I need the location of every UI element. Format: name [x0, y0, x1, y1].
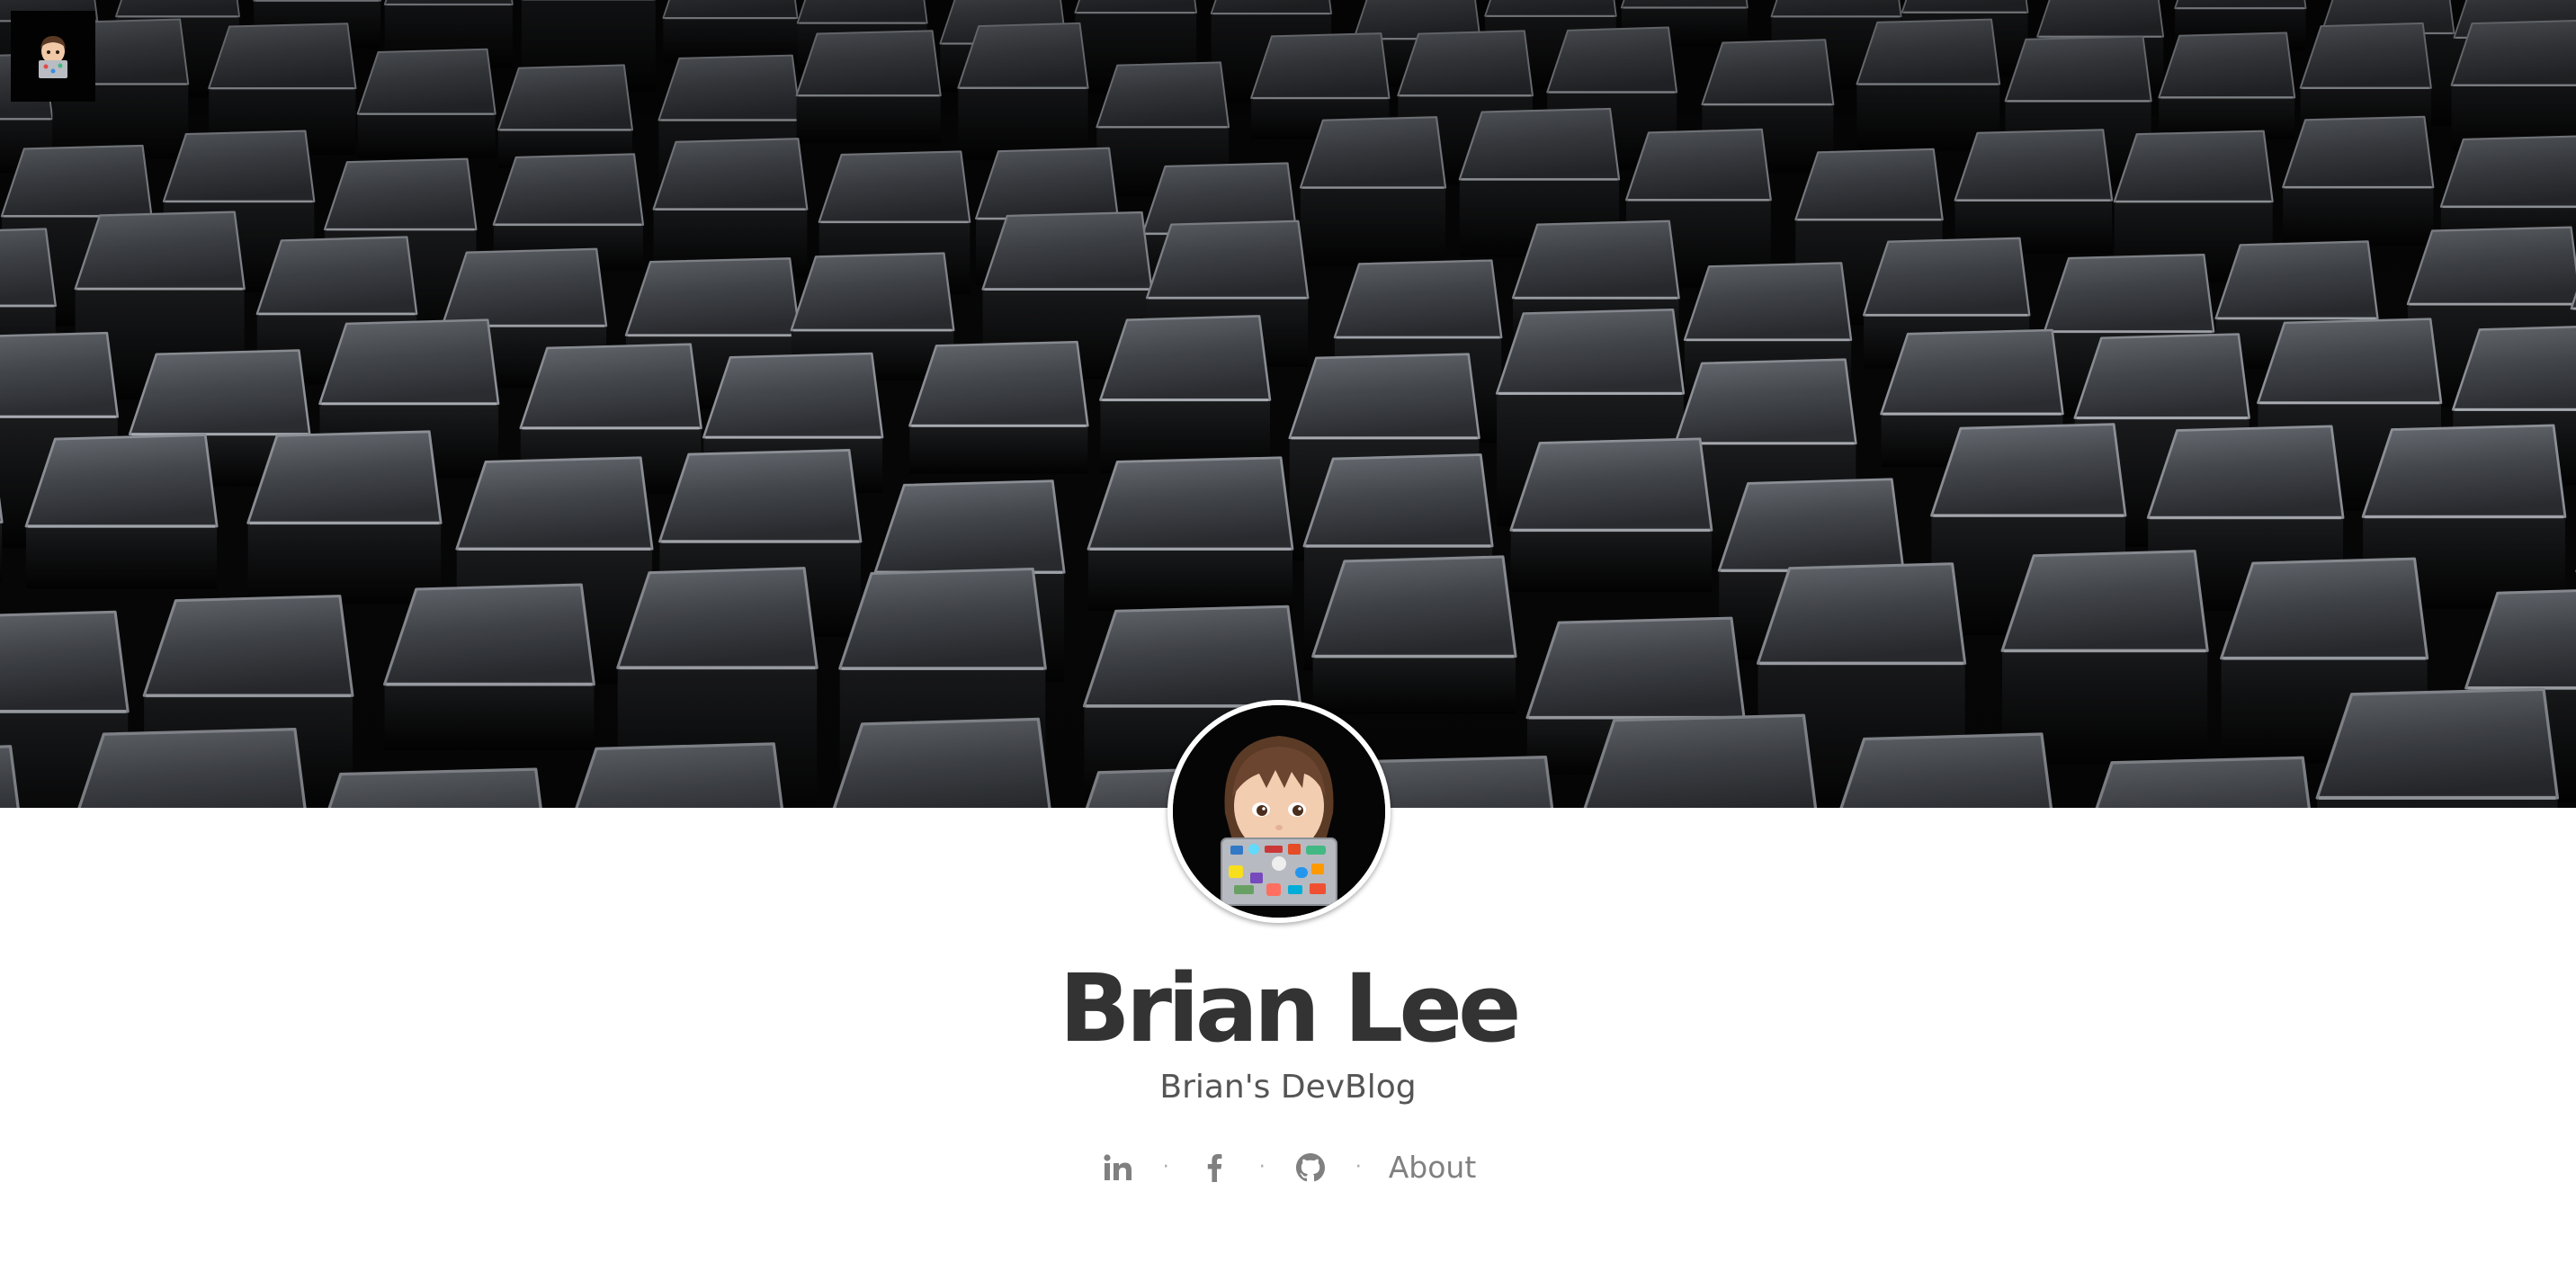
github-link[interactable] [1292, 1150, 1328, 1186]
separator-dot: · [1162, 1156, 1169, 1178]
memoji-avatar-icon [39, 35, 67, 78]
linkedin-link[interactable] [1100, 1150, 1136, 1186]
github-icon [1295, 1153, 1325, 1182]
profile-avatar [1167, 700, 1391, 923]
facebook-link[interactable] [1196, 1150, 1232, 1186]
about-link[interactable]: About [1389, 1144, 1477, 1191]
separator-dot: · [1355, 1156, 1362, 1178]
blog-author-name: Brian Lee [1059, 954, 1522, 1063]
blog-tagline: Brian's DevBlog [1159, 1069, 1417, 1106]
linkedin-icon [1104, 1154, 1131, 1180]
separator-dot: · [1258, 1156, 1266, 1178]
memoji-with-laptop-avatar-icon [1173, 705, 1385, 918]
facebook-icon [1207, 1153, 1222, 1182]
blog-page: Brian Lee Brian's DevBlog · · · About [0, 0, 2576, 1263]
social-links: · · · About [0, 1144, 2576, 1191]
corner-avatar[interactable] [11, 11, 95, 102]
hero-cover-image [0, 0, 2576, 808]
